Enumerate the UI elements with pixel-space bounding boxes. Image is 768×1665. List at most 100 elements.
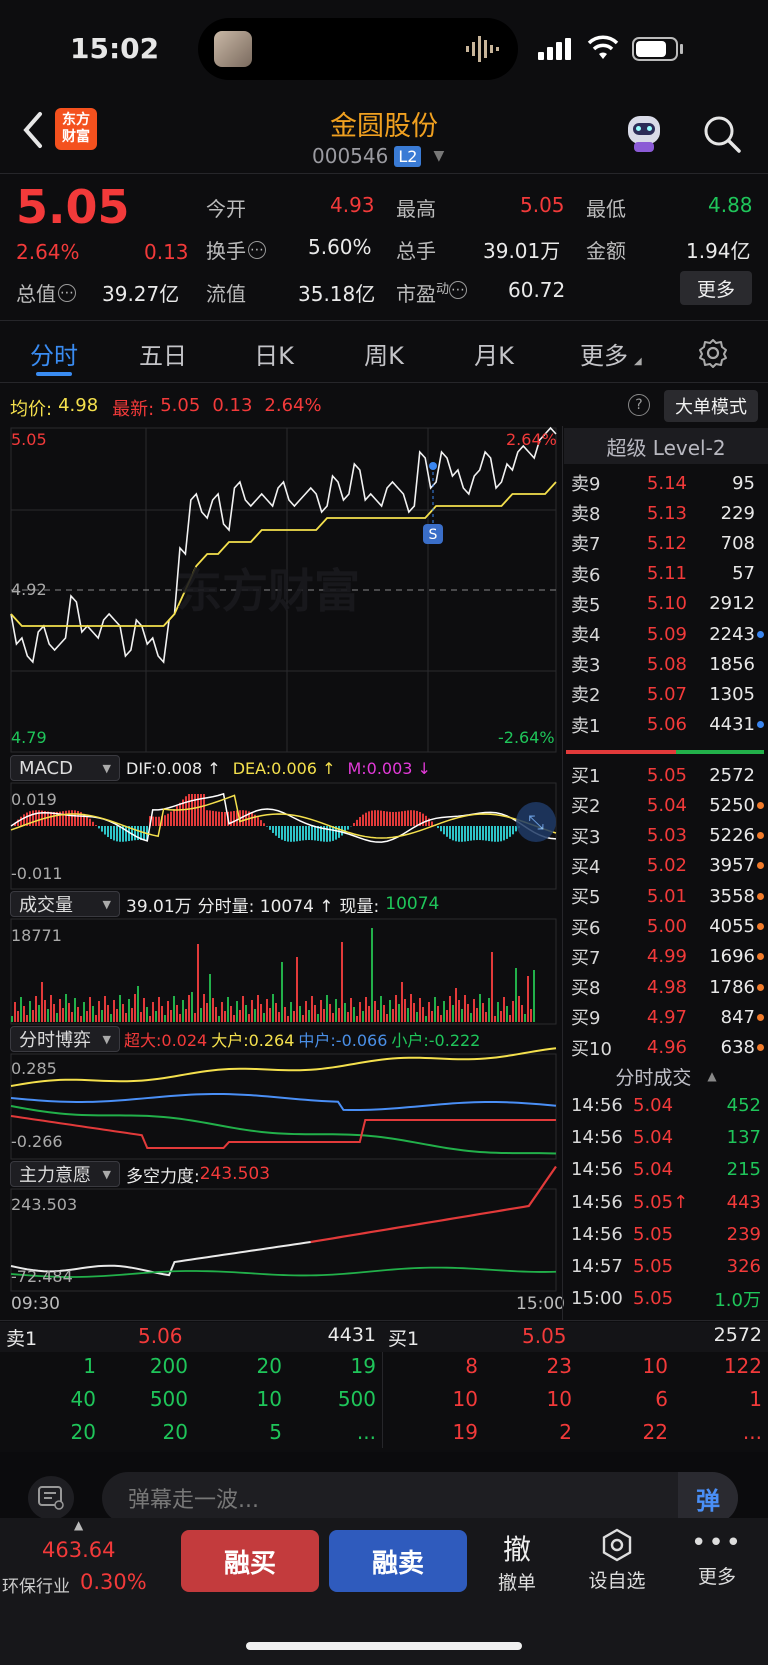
last-change: 0.13 (212, 395, 253, 416)
level-label: 买6 (571, 917, 601, 939)
volume-total: 39.01万 (126, 896, 192, 917)
cancel-label: 撤单 (497, 1572, 536, 1594)
buy-queue-cell: 1 (749, 1387, 762, 1411)
game-mid-line (10, 1093, 557, 1111)
trade-row: 14:56 5.04 215 (563, 1154, 768, 1185)
trade-row: 14:56 5.05↑ 443 (563, 1187, 768, 1218)
will-selector[interactable]: 主力意愿 ▼ (10, 1161, 120, 1187)
game-axis-bottom: -0.266 (11, 1132, 63, 1151)
sell-queue-cell: 5 (269, 1420, 282, 1444)
macd-selector[interactable]: MACD ▼ (10, 755, 120, 781)
add-watchlist-button[interactable]: 设自选 (580, 1528, 654, 1593)
danmaku-send-button[interactable]: 弹 (678, 1472, 738, 1524)
trade-row: 14:56 5.04 137 (563, 1122, 768, 1153)
pe-label[interactable]: 市盈动 ⋯ (396, 278, 468, 307)
bid-row[interactable]: 买3 5.03 5226 (563, 821, 768, 851)
order-dot-icon (755, 983, 765, 991)
ask-row[interactable]: 卖7 5.12 708 (563, 528, 768, 558)
volume-selector[interactable]: 成交量 ▼ (10, 891, 120, 917)
margin-sell-button[interactable]: 融卖 (329, 1530, 467, 1592)
level-volume: 1305 (709, 683, 755, 705)
game-mid: 中户:-0.066 (298, 1031, 388, 1050)
high-value: 5.05 (520, 193, 565, 217)
tab-3[interactable]: 周K (344, 336, 424, 371)
last-label: 最新: (112, 399, 155, 420)
mktcap-label[interactable]: 总值 ⋯ (16, 278, 76, 307)
game-axis-top: 0.285 (11, 1059, 57, 1078)
ask-row[interactable]: 卖1 5.06 4431 (563, 710, 768, 740)
level-volume: 638 (720, 1037, 755, 1059)
margin-buy-button[interactable]: 融买 (181, 1530, 319, 1592)
trade-volume: 443 (726, 1191, 761, 1213)
sell-queue-cell: 10 (256, 1387, 282, 1411)
expand-icon[interactable]: ⤡ (516, 802, 556, 842)
order-dot-icon (755, 630, 765, 638)
level-label: 买5 (571, 887, 601, 909)
buy-queue-cell: 2 (559, 1420, 572, 1444)
game-selector[interactable]: 分时博弈 ▼ (10, 1026, 120, 1052)
sell-queue-cell: 500 (149, 1387, 188, 1411)
bid-row[interactable]: 买9 4.97 847 (563, 1002, 768, 1032)
pe-value: 60.72 (508, 278, 566, 302)
ask-row[interactable]: 卖9 5.14 95 (563, 468, 768, 498)
hexagon-check-icon (602, 1528, 632, 1562)
tab-2[interactable]: 日K (234, 336, 314, 371)
sell-queue-cell: 40 (70, 1387, 96, 1411)
bid-row[interactable]: 买6 5.00 4055 (563, 912, 768, 942)
order-dot-icon (755, 1044, 765, 1052)
level-price: 4.98 (646, 976, 687, 998)
bid-row[interactable]: 买5 5.01 3558 (563, 881, 768, 911)
sell-queue-cell: ... (356, 1420, 376, 1444)
trade-time: 15:00 (571, 1288, 623, 1310)
level-volume: 57 (732, 563, 755, 585)
bid-row[interactable]: 买8 4.98 1786 (563, 972, 768, 1002)
volume-label: 总手 (396, 239, 436, 263)
order-dot-icon (755, 923, 765, 930)
trades-title: 分时成交 (615, 1066, 692, 1089)
turnover-label[interactable]: 换手 ⋯ (206, 235, 266, 264)
tab-0[interactable]: 分时 (14, 336, 94, 371)
order-dot-icon (755, 721, 765, 729)
tab-4[interactable]: 月K (454, 336, 534, 371)
trade-time: 14:57 (571, 1256, 623, 1277)
ask-row[interactable]: 卖3 5.08 1856 (563, 649, 768, 679)
sell-queue-cell: 500 (337, 1387, 376, 1411)
danmaku-toggle-icon[interactable] (28, 1476, 74, 1520)
level-price: 5.09 (646, 623, 687, 645)
bid-row[interactable]: 买4 5.02 3957 (563, 851, 768, 881)
bid-row[interactable]: 买2 5.04 5250 (563, 790, 768, 820)
watermark-text: 东方财富 (176, 564, 360, 618)
level-price: 5.07 (646, 683, 687, 705)
order-dot-icon (755, 661, 765, 668)
order-dot-icon (755, 691, 765, 698)
ask-row[interactable]: 卖6 5.11 57 (563, 559, 768, 589)
danmaku-input[interactable]: 弹幕走一波... (102, 1472, 738, 1524)
stock-code-row[interactable]: 000546 L2 ▼ (312, 144, 444, 168)
trade-row: 14:56 5.04 452 (563, 1090, 768, 1121)
ask-row[interactable]: 卖5 5.10 2912 (563, 589, 768, 619)
album-art-icon (214, 31, 252, 67)
cancel-order-button[interactable]: 撤 撤单 (490, 1528, 544, 1595)
level-price: 5.04 (646, 794, 687, 816)
queue-buy-label: 买1 (388, 1328, 420, 1350)
bid-row[interactable]: 买7 4.99 1696 (563, 942, 768, 972)
bid-row[interactable]: 买10 4.96 638 (563, 1033, 768, 1063)
level-label: 卖8 (571, 504, 601, 526)
trades-header[interactable]: 分时成交 ▲ (564, 1060, 768, 1092)
trade-row: 14:57 5.05 326 (563, 1251, 768, 1282)
trade-row: 14:56 5.05 239 (563, 1219, 768, 1250)
level-volume: 5250 (709, 794, 755, 816)
bid-row[interactable]: 买1 5.05 2572 (563, 760, 768, 790)
industry-index[interactable]: 463.64 (42, 1538, 115, 1562)
tab-1[interactable]: 五日 (123, 336, 203, 371)
queue-sell-price: 5.06 (138, 1324, 183, 1348)
industry-name[interactable]: 环保行业 (2, 1572, 70, 1597)
ask-row[interactable]: 卖2 5.07 1305 (563, 679, 768, 709)
ask-row[interactable]: 卖4 5.09 2243 (563, 619, 768, 649)
volume-axis-top: 18771 (11, 926, 62, 945)
trade-volume: 137 (726, 1127, 761, 1149)
ask-row[interactable]: 卖8 5.13 229 (563, 498, 768, 528)
level-volume: 847 (720, 1006, 755, 1028)
more-actions-button[interactable]: ••• 更多 (690, 1528, 744, 1589)
level-volume: 229 (720, 502, 755, 524)
